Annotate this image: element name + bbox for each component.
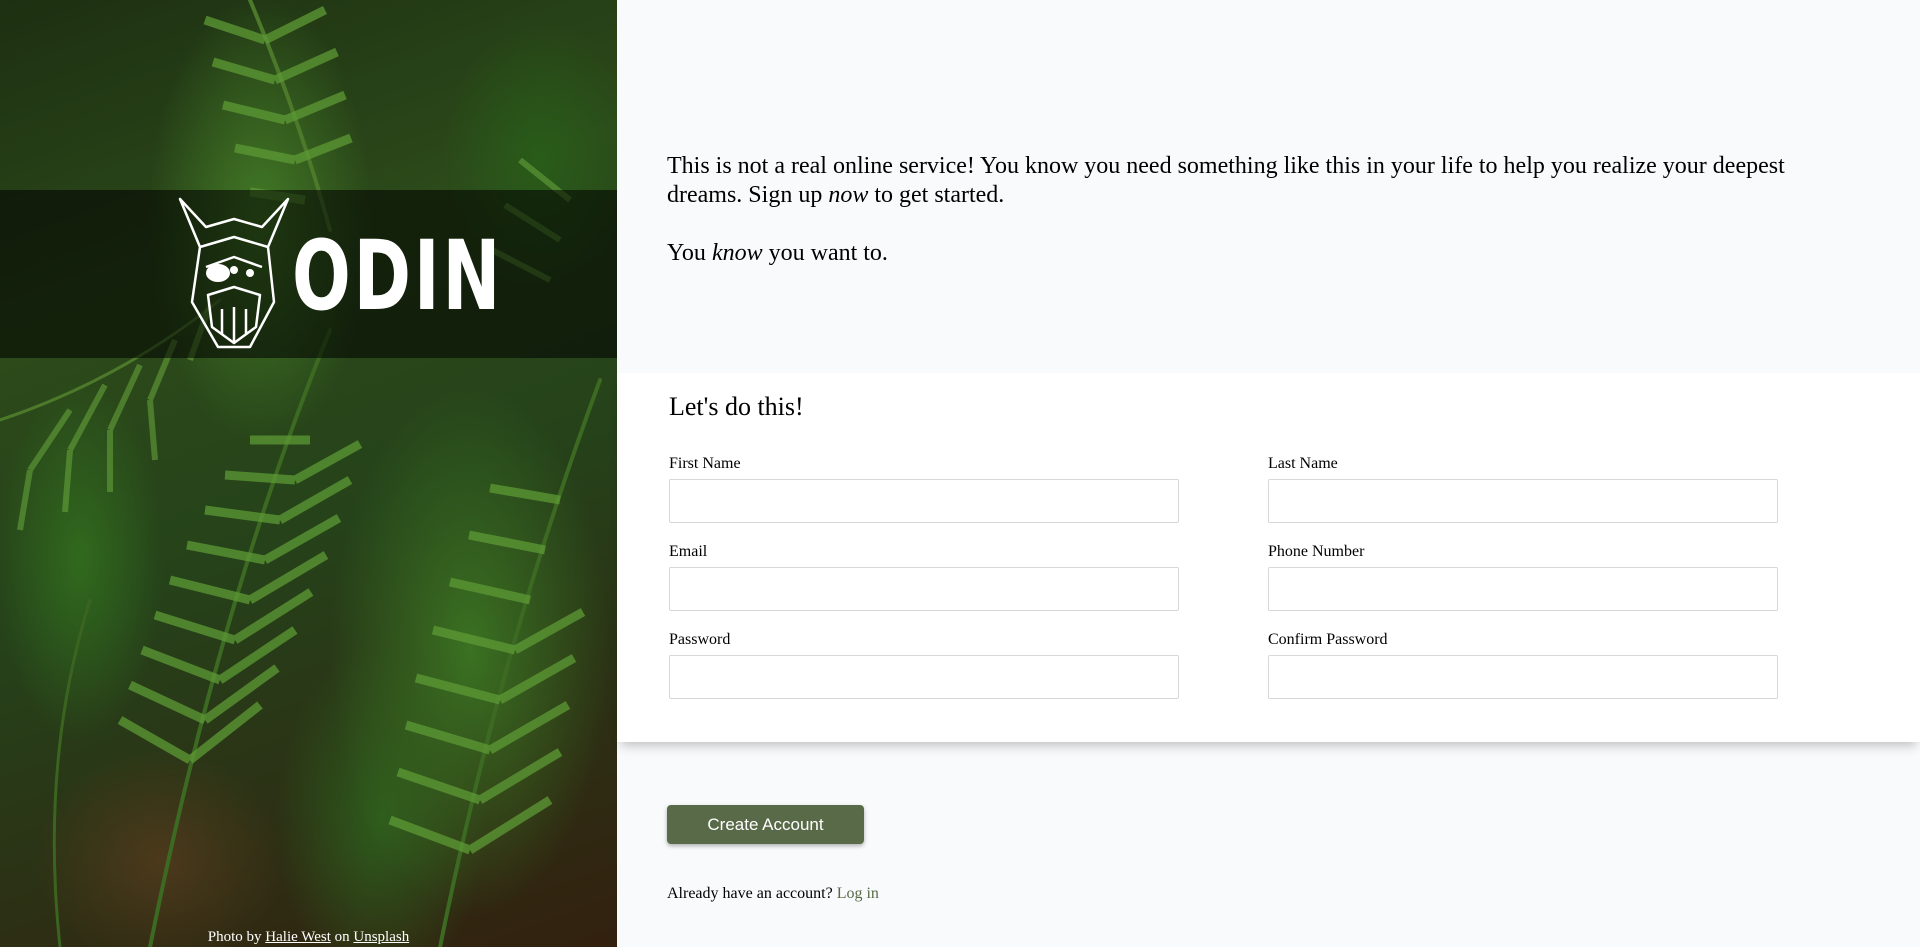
phone-input[interactable] [1268,567,1778,611]
credit-middle: on [334,929,350,945]
phone-group: Phone Number [1268,543,1778,611]
login-prompt-text: Already have an account? [667,885,833,902]
email-input[interactable] [669,567,1179,611]
password-input[interactable] [669,655,1179,699]
intro-text-part: you want to. [762,240,888,266]
first-name-label: First Name [669,455,741,472]
email-label: Email [669,543,708,560]
credit-prefix: Photo by [207,929,262,945]
fern-background-image [0,0,602,947]
email-group: Email [669,543,1179,611]
first-name-input[interactable] [669,479,1179,523]
intro-emphasis: know [711,240,763,266]
login-link[interactable]: Log in [837,885,879,902]
credit-author-link[interactable]: Halie West [265,929,331,945]
create-account-button[interactable]: Create Account [667,805,864,844]
intro-emphasis: now [828,182,869,208]
confirm-password-group: Confirm Password [1268,631,1778,699]
password-label: Password [669,631,731,648]
confirm-password-label: Confirm Password [1268,631,1388,648]
form-title: Let's do this! [669,392,804,421]
login-prompt: Already have an account? Log in [667,885,879,903]
signup-form: Let's do this! First Name Last Name Emai… [617,373,1920,742]
viking-head-icon [178,197,290,349]
logo-wordmark: ODIN [292,220,504,332]
phone-label: Phone Number [1268,543,1365,560]
intro-text-part: You [667,240,712,266]
intro-text: This is not a real online service! You k… [667,152,1852,268]
last-name-label: Last Name [1268,455,1338,472]
confirm-password-input[interactable] [1268,655,1778,699]
credit-site-link[interactable]: Unsplash [353,929,409,945]
intro-text-part: to get started. [868,182,1005,208]
last-name-input[interactable] [1268,479,1778,523]
intro-paragraph-1: This is not a real online service! You k… [667,152,1852,210]
first-name-group: First Name [669,455,1179,523]
password-group: Password [669,631,1179,699]
intro-paragraph-2: You know you want to. [667,239,1852,268]
photo-credit: Photo by Halie West on Unsplash [0,929,617,947]
hero-panel: ODIN Photo by Halie West on Unsplash [0,0,617,947]
last-name-group: Last Name [1268,455,1778,523]
